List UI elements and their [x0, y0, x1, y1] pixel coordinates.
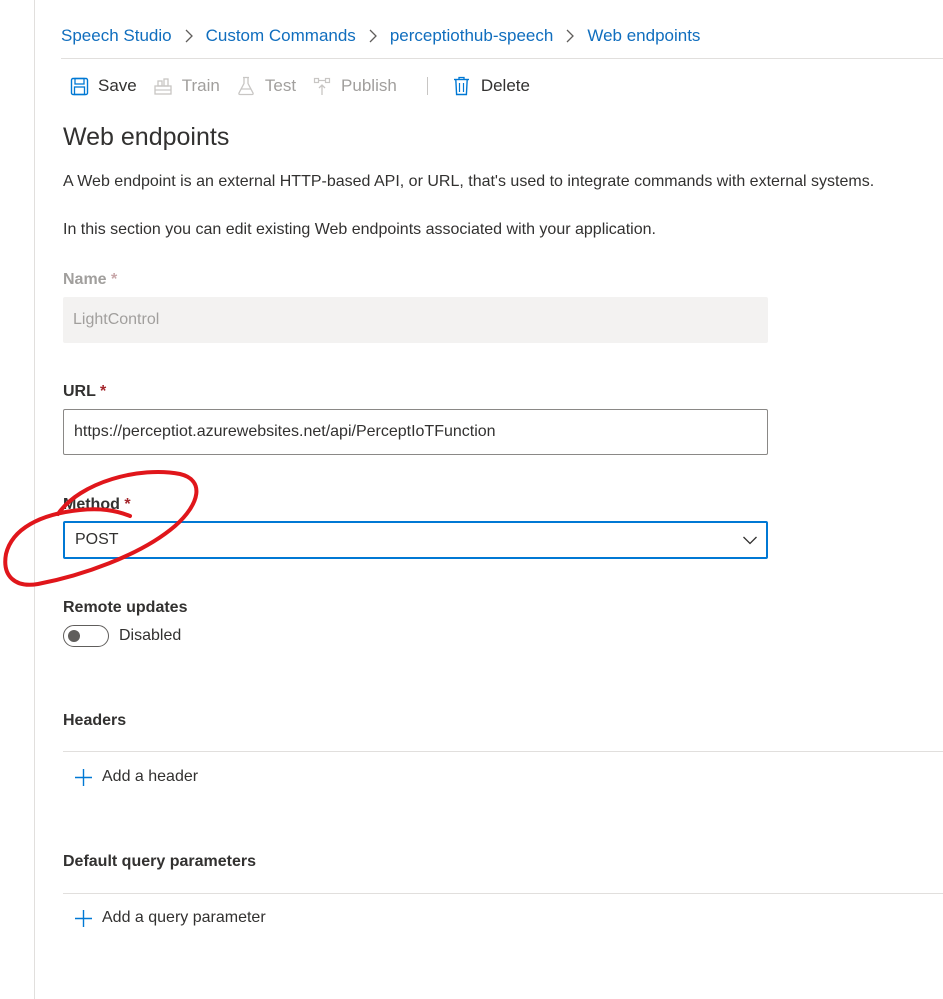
required-marker: *	[111, 271, 118, 288]
train-label: Train	[181, 76, 220, 95]
remote-updates-toggle[interactable]	[63, 625, 109, 647]
delete-button[interactable]: Delete	[452, 76, 530, 96]
remote-updates-label: Remote updates	[63, 599, 188, 616]
headers-divider	[63, 751, 943, 752]
page-title: Web endpoints	[63, 123, 230, 151]
required-marker: *	[124, 496, 131, 513]
test-button[interactable]: Test	[236, 76, 296, 96]
add-query-parameter-button[interactable]: Add a query parameter	[73, 908, 266, 928]
url-label-text: URL	[63, 383, 96, 400]
page-description-secondary: In this section you can edit existing We…	[63, 221, 656, 238]
headers-section-title: Headers	[63, 712, 127, 729]
left-divider	[34, 0, 35, 999]
method-selected-value: POST	[75, 531, 119, 548]
remote-updates-state: Disabled	[119, 627, 182, 644]
test-icon	[236, 76, 256, 96]
breadcrumb: Speech Studio Custom Commands perceptiot…	[61, 24, 700, 48]
name-label-text: Name	[63, 271, 107, 288]
chevron-right-icon	[184, 29, 194, 43]
delete-icon	[452, 76, 472, 96]
url-label: URL *	[63, 383, 106, 401]
save-button[interactable]: Save	[69, 76, 137, 96]
required-marker: *	[100, 383, 107, 400]
plus-icon	[73, 767, 93, 787]
publish-label: Publish	[341, 76, 397, 95]
method-label: Method *	[63, 496, 131, 514]
save-icon	[69, 76, 89, 96]
query-params-section-title: Default query parameters	[63, 853, 256, 870]
publish-button[interactable]: Publish	[312, 76, 397, 96]
delete-label: Delete	[480, 76, 530, 95]
train-button[interactable]: Train	[153, 76, 220, 96]
method-dropdown[interactable]: POST	[63, 521, 768, 559]
toolbar-divider	[426, 77, 428, 95]
add-query-parameter-label: Add a query parameter	[102, 909, 266, 926]
chevron-right-icon	[368, 29, 378, 43]
add-header-button[interactable]: Add a header	[73, 767, 198, 787]
command-toolbar: Save Train Test Publish Delete	[69, 73, 546, 99]
chevron-down-icon	[742, 532, 758, 553]
test-label: Test	[264, 76, 297, 95]
publish-icon	[312, 76, 332, 96]
toggle-knob	[68, 630, 80, 642]
breadcrumb-project[interactable]: perceptiothub-speech	[390, 26, 554, 46]
plus-icon	[73, 908, 93, 928]
breadcrumb-speech-studio[interactable]: Speech Studio	[61, 26, 172, 46]
breadcrumb-web-endpoints[interactable]: Web endpoints	[587, 26, 700, 46]
name-field[interactable]	[63, 297, 768, 343]
url-field[interactable]	[63, 409, 768, 455]
query-params-divider	[63, 893, 943, 894]
train-icon	[153, 76, 173, 96]
name-label: Name *	[63, 271, 117, 289]
page-description: A Web endpoint is an external HTTP-based…	[63, 173, 875, 190]
chevron-right-icon	[565, 29, 575, 43]
method-label-text: Method	[63, 496, 120, 513]
breadcrumb-custom-commands[interactable]: Custom Commands	[206, 26, 356, 46]
header-divider	[61, 58, 943, 59]
save-label: Save	[98, 76, 137, 95]
remote-updates-toggle-row: Disabled	[63, 625, 181, 647]
add-header-label: Add a header	[102, 768, 199, 785]
